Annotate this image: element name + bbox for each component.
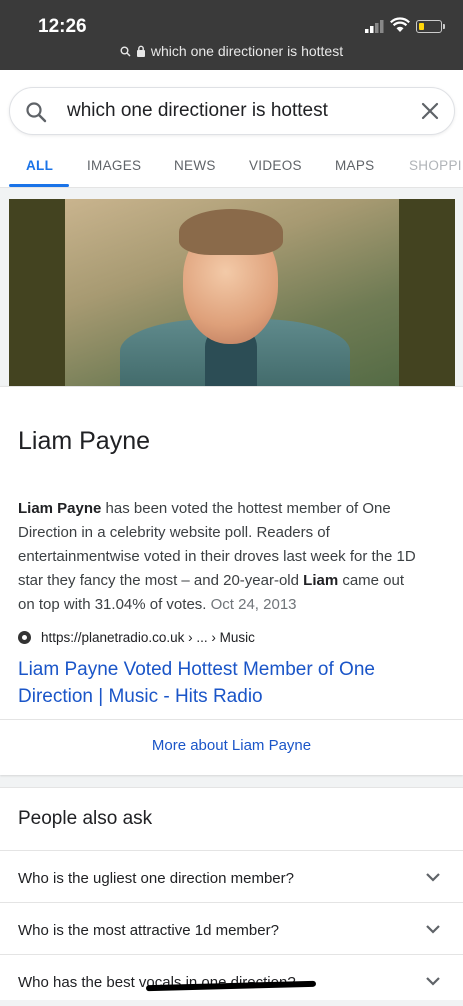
photo <box>65 199 399 386</box>
status-bar: 12:26 which one directioner is hottest <box>0 0 463 70</box>
more-about-link[interactable]: More about Liam Payne <box>0 737 463 754</box>
search-icon[interactable] <box>24 100 48 129</box>
chevron-down-icon[interactable] <box>425 922 441 940</box>
search-tabs: ALL IMAGES NEWS VIDEOS MAPS SHOPPI <box>0 152 463 188</box>
snippet-text: Liam Payne has been voted the hottest me… <box>18 497 418 617</box>
divider <box>0 719 463 720</box>
tab-images[interactable]: IMAGES <box>87 158 141 173</box>
tab-shopping[interactable]: SHOPPI <box>409 158 462 173</box>
entity-image[interactable] <box>9 199 455 386</box>
active-tab-indicator <box>9 184 69 187</box>
search-header: which one directioner is hottest ALL IMA… <box>0 70 463 188</box>
search-box[interactable]: which one directioner is hottest <box>9 87 455 135</box>
question-text: Who is the ugliest one direction member? <box>18 870 294 887</box>
chevron-down-icon[interactable] <box>425 870 441 888</box>
result-title-link[interactable]: Liam Payne Voted Hottest Member of One D… <box>18 656 438 710</box>
battery-icon <box>416 20 445 33</box>
snippet-bold: Liam Payne <box>18 500 102 517</box>
tab-videos[interactable]: VIDEOS <box>249 158 302 173</box>
people-also-ask: People also ask Who is the ugliest one d… <box>0 787 463 1000</box>
source-url[interactable]: https://planetradio.co.uk › ... › Music <box>18 630 255 645</box>
section-title: People also ask <box>18 808 153 829</box>
lock-icon <box>136 44 146 60</box>
chevron-down-icon[interactable] <box>425 974 441 992</box>
tab-news[interactable]: NEWS <box>174 158 216 173</box>
clear-icon[interactable] <box>419 100 441 127</box>
snippet-date: Oct 24, 2013 <box>210 596 297 613</box>
cellular-signal-icon <box>365 20 385 38</box>
question-row[interactable]: Who has the best vocals in one direction… <box>0 954 463 1006</box>
wifi-icon <box>390 16 410 38</box>
question-text: Who is the most attractive 1d member? <box>18 922 279 939</box>
url-bar[interactable]: which one directioner is hottest <box>0 43 463 60</box>
site-favicon-icon <box>18 631 31 644</box>
tab-maps[interactable]: MAPS <box>335 158 374 173</box>
source-url-text: https://planetradio.co.uk › ... › Music <box>41 630 255 645</box>
search-input[interactable]: which one directioner is hottest <box>67 100 328 122</box>
search-icon <box>120 44 131 60</box>
snippet-bold: Liam <box>303 572 339 589</box>
url-text: which one directioner is hottest <box>150 43 344 59</box>
clock: 12:26 <box>38 16 87 37</box>
question-row[interactable]: Who is the most attractive 1d member? <box>0 902 463 954</box>
tab-all[interactable]: ALL <box>26 158 53 173</box>
entity-title: Liam Payne <box>18 427 151 455</box>
question-row[interactable]: Who is the ugliest one direction member? <box>0 850 463 902</box>
featured-snippet-card: Liam Payne Liam Payne has been voted the… <box>0 386 463 775</box>
